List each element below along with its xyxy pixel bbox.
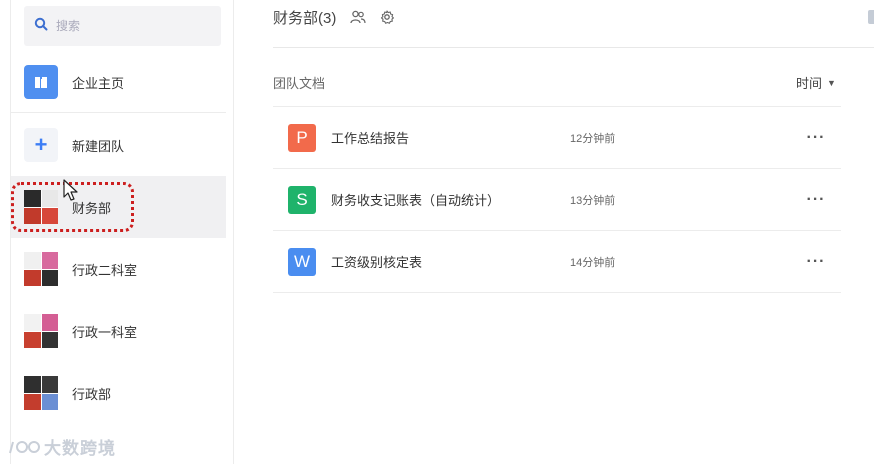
team-avatar: [24, 314, 58, 348]
new-team-button[interactable]: + 新建团队: [11, 114, 226, 176]
caret-down-icon: ▼: [827, 77, 836, 88]
divider: [11, 112, 226, 113]
sidebar-item-team-admin[interactable]: 行政部: [11, 362, 226, 424]
document-row[interactable]: S 财务收支记账表（自动统计） 13分钟前 ···: [273, 169, 841, 231]
search-box[interactable]: [24, 6, 221, 46]
collapse-handle[interactable]: [868, 10, 874, 24]
word-document-icon: W: [288, 247, 316, 276]
document-time: 14分钟前: [570, 256, 616, 269]
document-name: 工资级别核定表: [331, 255, 423, 270]
sidebar-item-team-finance[interactable]: 财务部: [11, 176, 226, 238]
document-row[interactable]: P 工作总结报告 12分钟前 ···: [273, 107, 841, 169]
page-title: 财务部(3): [273, 9, 337, 27]
watermark-text: 大数跨境: [44, 439, 116, 458]
watermark: 大数跨境: [8, 434, 116, 459]
document-row[interactable]: W 工资级别核定表 14分钟前 ···: [273, 231, 841, 293]
team-avatar: [24, 376, 58, 410]
sidebar-item-label: 行政二科室: [72, 262, 138, 278]
sort-label: 时间: [796, 76, 823, 91]
more-options-button[interactable]: ···: [803, 252, 829, 272]
sort-dropdown[interactable]: 时间 ▼: [796, 73, 836, 92]
more-options-button[interactable]: ···: [803, 128, 829, 148]
search-input[interactable]: [56, 19, 206, 33]
members-icon[interactable]: [350, 10, 366, 24]
sidebar-item-label: 行政一科室: [72, 324, 138, 340]
mouse-cursor-icon: [63, 179, 78, 201]
search-icon: [34, 17, 48, 36]
sidebar-item-home[interactable]: 企业主页: [11, 51, 226, 113]
watermark-logo-icon: [9, 440, 40, 453]
document-name: 工作总结报告: [331, 131, 410, 146]
team-avatar: [24, 252, 58, 286]
sidebar-item-label: 企业主页: [72, 75, 125, 91]
enterprise-home-icon: [24, 65, 58, 99]
section-title: 团队文档: [273, 76, 326, 91]
plus-icon: +: [24, 128, 58, 162]
document-name: 财务收支记账表（自动统计）: [331, 193, 501, 208]
sidebar: 企业主页 + 新建团队 财务部 行政二科室 行政一科室 行政部: [0, 0, 234, 464]
sidebar-item-team-admin-1[interactable]: 行政一科室: [11, 300, 226, 362]
spreadsheet-file-icon: S: [288, 185, 316, 214]
more-options-button[interactable]: ···: [803, 190, 829, 210]
settings-gear-icon[interactable]: [380, 10, 395, 24]
document-time: 12分钟前: [570, 132, 616, 145]
sidebar-item-team-admin-2[interactable]: 行政二科室: [11, 238, 226, 300]
team-header: 财务部(3): [273, 8, 395, 27]
team-avatar: [24, 190, 58, 224]
presentation-file-icon: P: [288, 123, 316, 152]
sidebar-item-label: 行政部: [72, 386, 112, 402]
document-time: 13分钟前: [570, 194, 616, 207]
header-divider: [273, 47, 874, 48]
sidebar-item-label: 新建团队: [72, 138, 125, 154]
main-panel: 财务部(3) 团队文档 时间 ▼ P 工作总结报告 12分钟前 ··· S 财务…: [234, 0, 874, 464]
